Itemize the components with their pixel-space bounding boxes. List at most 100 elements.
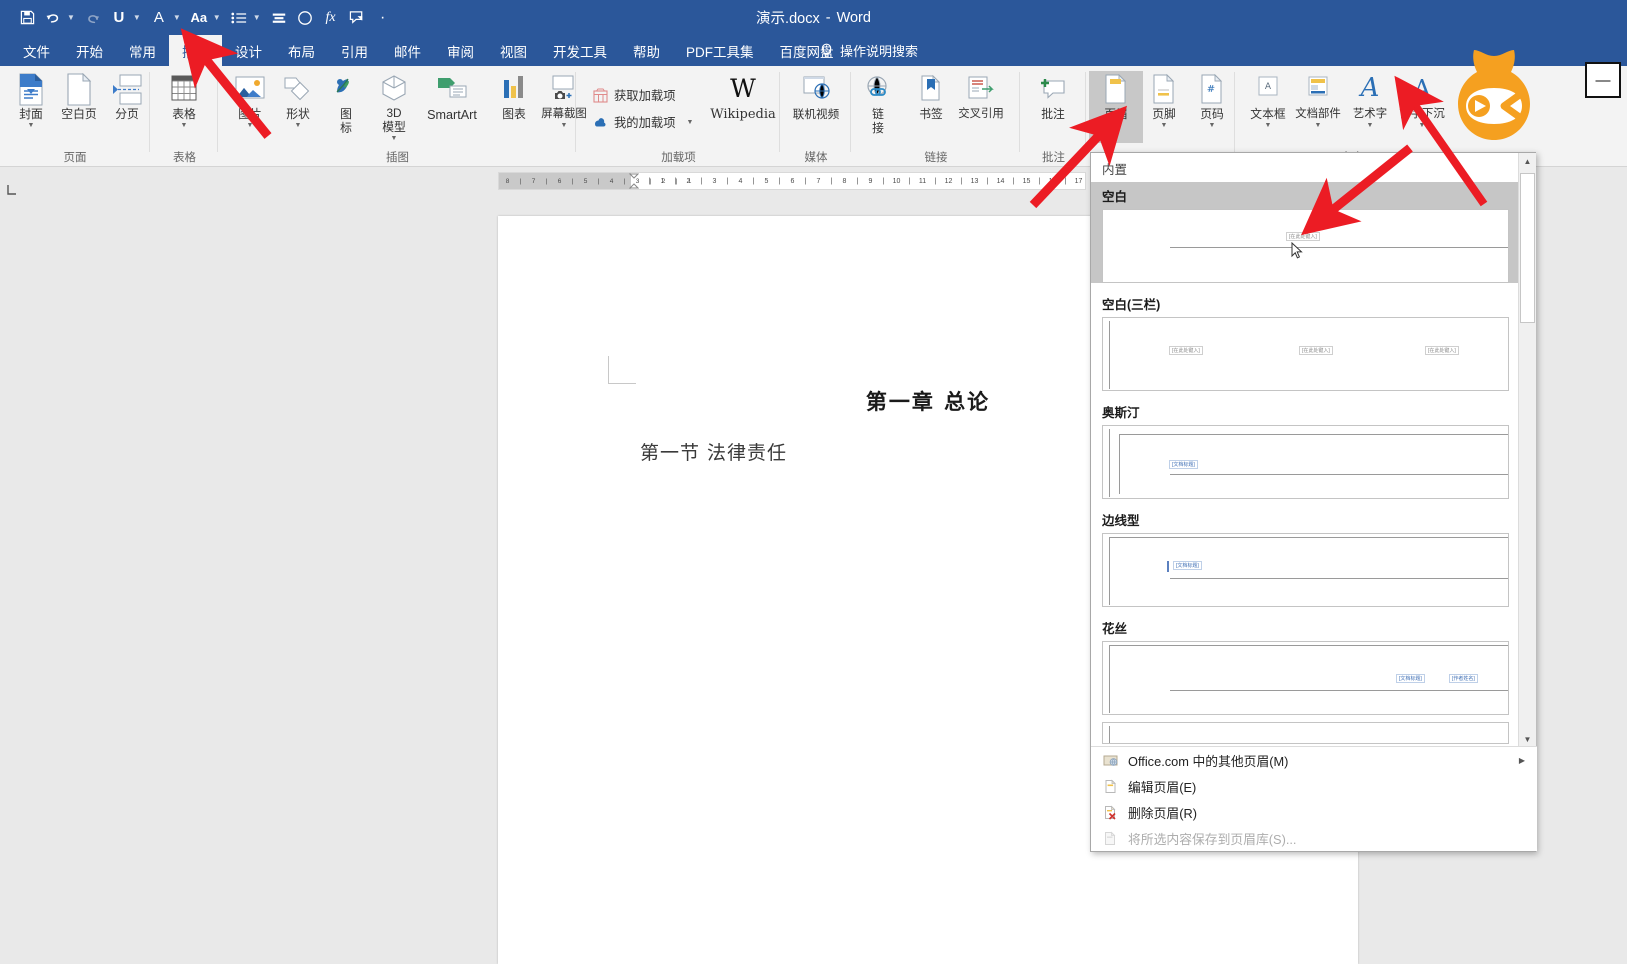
footer-button[interactable]: 页脚 ▼ [1137,71,1191,143]
group-label-media: 媒体 [804,152,828,164]
tab-design[interactable]: 设计 [222,35,275,66]
tab-home[interactable]: 开始 [63,35,116,66]
wikipedia-button[interactable]: W Wikipedia [709,71,777,143]
bullet-list-dropdown-icon[interactable]: ▼ [252,0,266,35]
gallery-item-name: 边线型 [1102,514,1140,528]
minimize-window-button[interactable]: — [1585,62,1621,98]
more-commands-icon[interactable]: · [370,0,396,35]
horizontal-ruler[interactable]: 8 | 7 | 6 | 5 | 4 | 3 | 2 | 1 | 1 | 2 | … [498,172,1086,190]
page-number-button[interactable]: # 页码 ▼ [1185,71,1239,143]
align-icon[interactable] [266,0,292,35]
screenshot-dropdown-icon[interactable]: ▼ [561,122,568,130]
cross-reference-button[interactable]: 交叉引用 [950,71,1012,143]
pictures-button[interactable]: 图片 ▼ [223,71,277,143]
drop-cap-dropdown-icon[interactable]: ▼ [1419,122,1426,130]
text-box-button[interactable]: A 文本框 ▼ [1241,71,1295,143]
smartart-button[interactable]: SmartArt [415,71,489,143]
redo-icon[interactable] [80,0,106,35]
bullet-list-icon[interactable] [226,0,252,35]
my-addins-dropdown-icon[interactable]: ▼ [687,119,694,126]
font-color-dropdown-icon[interactable]: ▼ [172,0,186,35]
footer-dropdown-icon[interactable]: ▼ [1161,122,1168,130]
blank-page-icon [66,71,92,107]
menu-item-more-headers[interactable]: Office.com 中的其他页眉(M) ▶ [1091,747,1537,773]
icons-button[interactable]: 图 标 [319,71,373,143]
shape-circle-icon[interactable] [292,0,318,35]
wordart-button[interactable]: A 艺术字 ▼ [1343,71,1397,143]
tell-me-search[interactable]: 操作说明搜索 [820,35,918,66]
gallery-item-filigree[interactable]: 花丝 [文档标题] [作者姓名] [1091,614,1520,715]
tab-stop-selector[interactable] [4,178,24,198]
scroll-up-icon[interactable]: ▲ [1519,153,1536,170]
quick-parts-dropdown-icon[interactable]: ▼ [1315,122,1322,130]
tab-file[interactable]: 文件 [10,35,63,66]
header-button[interactable]: 页眉 ▼ [1089,71,1143,143]
menu-item-edit-header[interactable]: 编辑页眉(E) [1091,773,1537,799]
page-number-dropdown-icon[interactable]: ▼ [1209,122,1216,130]
pictures-dropdown-icon[interactable]: ▼ [247,122,254,130]
gallery-scroll-thumb[interactable] [1520,173,1535,323]
tab-common[interactable]: 常用 [116,35,169,66]
gallery-item-lined[interactable]: 边线型 [文档标题] [1091,506,1520,607]
tab-view[interactable]: 视图 [487,35,540,66]
cover-page-dropdown-icon[interactable]: ▼ [28,122,35,130]
underline-icon[interactable]: U [106,0,132,35]
font-color-icon[interactable]: A [146,0,172,35]
link-button[interactable]: 链 接 [858,71,898,143]
wikipedia-icon: W [730,74,756,103]
comment-icon[interactable] [344,0,370,35]
group-separator [217,72,218,152]
tab-review[interactable]: 审阅 [434,35,487,66]
change-case-icon[interactable]: Aa [186,0,212,35]
drop-cap-button[interactable]: A 首字下沉 ▼ [1393,71,1451,143]
online-video-button[interactable]: 联机视频 [784,71,848,143]
text-box-dropdown-icon[interactable]: ▼ [1265,122,1272,130]
shapes-button[interactable]: 形状 ▼ [271,71,325,143]
office-globe-icon [1102,752,1119,769]
undo-dropdown-icon[interactable]: ▼ [66,0,80,35]
ruler-tick: | [830,177,833,185]
tab-help[interactable]: 帮助 [620,35,673,66]
cover-page-button[interactable]: 封面 ▼ [4,71,58,143]
shapes-dropdown-icon[interactable]: ▼ [295,122,302,130]
blank-page-button[interactable]: 空白页 [52,71,106,143]
gallery-item-austin[interactable]: 奥斯汀 [文档标题] [1091,398,1520,499]
model-3d-button[interactable]: 3D 模型 ▼ [367,71,421,143]
model-3d-dropdown-icon[interactable]: ▼ [391,135,398,143]
my-addins-icon [592,114,608,130]
underline-dropdown-icon[interactable]: ▼ [132,0,146,35]
gallery-item-blank[interactable]: 空白 [在此处键入] [1091,182,1520,283]
table-button[interactable]: 表格 ▼ [157,71,211,143]
header-dropdown-icon[interactable]: ▼ [1113,122,1120,130]
undo-icon[interactable] [40,0,66,35]
get-addins-button[interactable]: 获取加载项 [589,84,679,106]
page-break-button[interactable]: 分页 [100,71,154,143]
ruler-tick: | [1085,178,1086,185]
wordart-dropdown-icon[interactable]: ▼ [1367,122,1374,130]
online-video-icon [801,71,831,107]
chart-button[interactable]: 图表 [487,71,541,143]
menu-item-remove-header[interactable]: 删除页眉(R) [1091,799,1537,825]
table-dropdown-icon[interactable]: ▼ [181,122,188,130]
tab-developer[interactable]: 开发工具 [540,35,620,66]
tab-references[interactable]: 引用 [328,35,381,66]
change-case-dropdown-icon[interactable]: ▼ [212,0,226,35]
tab-pdf-tools[interactable]: PDF工具集 [673,35,767,66]
gallery-item-name: 空白(三栏) [1102,298,1161,312]
tab-insert[interactable]: 插入 [169,35,222,66]
comment-button[interactable]: 批注 [1026,71,1080,143]
submenu-chevron-icon[interactable]: ▶ [1519,756,1525,765]
ruler-tick: | [700,177,703,185]
tab-mailings[interactable]: 邮件 [381,35,434,66]
quick-parts-button[interactable]: 文档部件 ▼ [1291,71,1345,143]
icons-label-line2: 标 [340,121,352,136]
my-addins-button[interactable]: 我的加载项 ▼ [589,111,696,133]
delete-page-icon [1102,804,1119,821]
gallery-item-partial[interactable] [1091,722,1520,744]
indent-marker[interactable] [628,173,640,189]
formula-icon[interactable]: fx [318,0,344,35]
save-icon[interactable] [14,0,40,35]
gallery-scrollbar[interactable]: ▲ ▼ [1518,153,1536,748]
tab-layout[interactable]: 布局 [275,35,328,66]
gallery-item-blank-three-columns[interactable]: 空白(三栏) [在此处键入] [在此处键入] [在此处键入] [1091,290,1520,391]
